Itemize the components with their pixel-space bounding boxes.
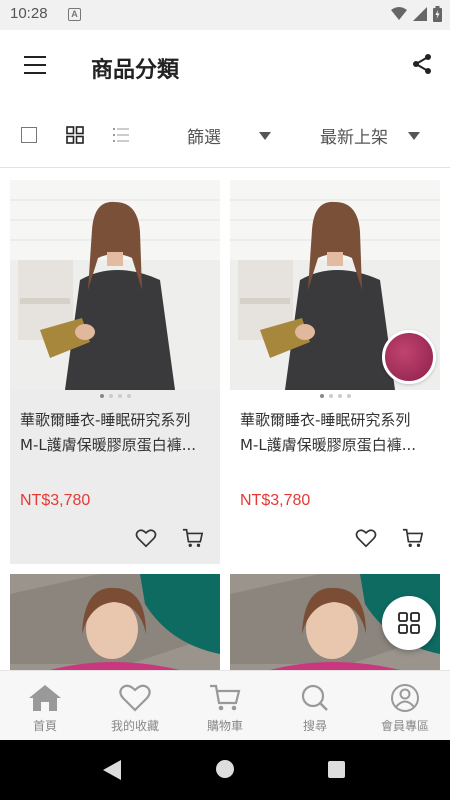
nav-label: 首頁 <box>32 719 57 733</box>
select-all-checkbox[interactable] <box>21 127 37 143</box>
image-pager-dots <box>10 394 220 398</box>
share-icon[interactable] <box>410 52 434 76</box>
recent-apps-button[interactable] <box>328 761 345 778</box>
search-icon <box>301 684 328 711</box>
wifi-icon <box>391 7 407 20</box>
sort-dropdown[interactable]: 最新上架 <box>320 123 420 148</box>
battery-icon <box>433 6 442 22</box>
product-card[interactable] <box>10 574 220 670</box>
nav-tab-cart[interactable]: 購物車 <box>180 671 270 740</box>
back-icon[interactable] <box>103 760 121 780</box>
product-card[interactable]: 華歌爾睡衣-睡眠研究系列 M-L護膚保暖膠原蛋白褲... NT$3,780 <box>10 180 220 564</box>
product-grid: 華歌爾睡衣-睡眠研究系列 M-L護膚保暖膠原蛋白褲... NT$3,780 華歌… <box>0 180 450 670</box>
add-to-cart-icon[interactable] <box>402 527 424 549</box>
cart-icon <box>210 684 241 711</box>
chevron-down-icon <box>259 131 271 140</box>
heart-icon[interactable] <box>135 527 157 549</box>
grid-menu-icon <box>398 612 420 634</box>
home-icon <box>29 685 61 711</box>
filter-toolbar: 篩選 最新上架 <box>0 102 450 168</box>
product-card[interactable]: 華歌爾睡衣-睡眠研究系列 M-L護膚保暖膠原蛋白褲... NT$3,780 <box>230 180 440 564</box>
nav-tab-member[interactable]: 會員專區 <box>360 671 450 740</box>
product-name: 華歌爾睡衣-睡眠研究系列 M-L護膚保暖膠原蛋白褲... <box>240 411 417 454</box>
system-nav-bar <box>0 740 450 800</box>
category-fab-button[interactable] <box>382 596 436 650</box>
product-image[interactable] <box>10 574 220 670</box>
color-swatch[interactable] <box>382 330 436 384</box>
status-time: 10:28 <box>10 5 48 22</box>
list-view-icon[interactable] <box>112 126 130 144</box>
notification-icon: A <box>68 8 81 21</box>
app-header: 商品分類 <box>0 30 450 102</box>
product-image[interactable] <box>230 180 440 390</box>
user-icon <box>391 684 419 712</box>
status-icons <box>391 6 442 22</box>
bottom-nav: 首頁 我的收藏 購物車 搜尋 會員專區 <box>0 670 450 740</box>
menu-icon[interactable] <box>24 56 46 74</box>
filter-dropdown[interactable]: 篩選 <box>187 123 271 148</box>
sort-label: 最新上架 <box>320 128 388 148</box>
nav-tab-favorites[interactable]: 我的收藏 <box>90 671 180 740</box>
product-image[interactable] <box>10 180 220 390</box>
grid-view-icon[interactable] <box>66 126 84 144</box>
product-price: NT$3,780 <box>240 492 311 509</box>
heart-icon[interactable] <box>355 527 377 549</box>
product-name: 華歌爾睡衣-睡眠研究系列 M-L護膚保暖膠原蛋白褲... <box>20 411 197 454</box>
nav-label: 搜尋 <box>302 719 327 733</box>
home-button[interactable] <box>216 760 234 778</box>
image-pager-dots <box>230 394 440 398</box>
nav-tab-search[interactable]: 搜尋 <box>270 671 360 740</box>
status-bar: 10:28 A <box>0 0 450 30</box>
chevron-down-icon <box>408 131 420 140</box>
heart-icon <box>119 684 151 712</box>
nav-label: 會員專區 <box>380 719 429 733</box>
signal-icon <box>413 7 427 21</box>
page-title: 商品分類 <box>91 58 180 83</box>
nav-label: 我的收藏 <box>110 719 159 733</box>
nav-tab-home[interactable]: 首頁 <box>0 671 90 740</box>
nav-label: 購物車 <box>206 719 243 733</box>
add-to-cart-icon[interactable] <box>182 527 204 549</box>
product-price: NT$3,780 <box>20 492 91 509</box>
filter-label: 篩選 <box>187 128 221 148</box>
